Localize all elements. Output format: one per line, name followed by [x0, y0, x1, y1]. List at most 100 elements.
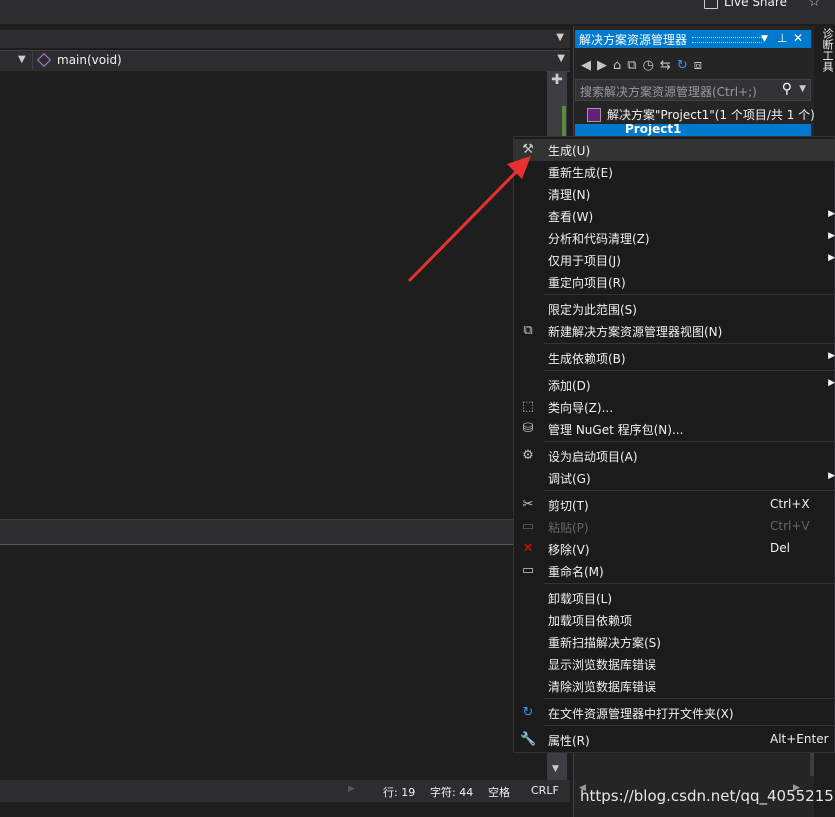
title-drag-handle[interactable]: [692, 37, 762, 43]
submenu-arrow-icon: ▶: [828, 253, 835, 263]
close-icon[interactable]: ✕: [793, 31, 803, 45]
menu-item[interactable]: 加载项目依赖项: [514, 609, 835, 631]
menu-item[interactable]: 重定向项目(R): [514, 271, 835, 293]
menu-item-label: 移除(V): [548, 543, 590, 557]
line-indicator[interactable]: 行: 19: [383, 784, 415, 800]
submenu-arrow-icon: ▶: [828, 378, 835, 388]
build-icon: ⚒: [522, 142, 534, 157]
scroll-down-icon[interactable]: ▼: [552, 764, 559, 774]
split-editor-icon[interactable]: ✚: [549, 72, 565, 88]
menu-item[interactable]: ⚙ 设为启动项目(A): [514, 445, 835, 467]
whitespace-indicator[interactable]: 空格: [488, 784, 510, 800]
menu-item-label: 生成依赖项(B): [548, 352, 626, 366]
submenu-arrow-icon: ▶: [828, 231, 835, 241]
paste-icon: ▭: [521, 519, 535, 534]
output-pane[interactable]: [0, 545, 546, 780]
menu-item-label: 设为启动项目(A): [548, 450, 638, 464]
menu-item[interactable]: 添加(D) ▶: [514, 374, 835, 396]
menu-separator: [544, 725, 834, 726]
nuget-icon: ⛁: [522, 421, 534, 436]
menu-item[interactable]: 分析和代码清理(Z) ▶: [514, 227, 835, 249]
menu-item-label: 清除浏览数据库错误: [548, 680, 657, 694]
home-icon[interactable]: ⌂: [613, 58, 621, 73]
switch-views-icon[interactable]: ⧉: [627, 58, 636, 73]
function-dropdown[interactable]: main(void) ▼: [32, 50, 569, 70]
menu-item-label: 查看(W): [548, 210, 594, 224]
search-options-icon[interactable]: ▼: [799, 84, 806, 94]
menu-item-label: 分析和代码清理(Z): [548, 232, 650, 246]
menu-item[interactable]: ✂ 剪切(T) Ctrl+X: [514, 494, 835, 516]
menu-item[interactable]: 卸载项目(L): [514, 587, 835, 609]
menu-item-label: 仅用于项目(J): [548, 254, 621, 268]
menu-item[interactable]: ↻ 在文件资源管理器中打开文件夹(X): [514, 702, 835, 724]
remove-icon: ✕: [522, 541, 534, 556]
project-label: Project1: [625, 124, 682, 136]
menu-item[interactable]: 重新生成(E): [514, 161, 835, 183]
menu-item-shortcut: Alt+Enter: [770, 732, 829, 746]
menu-item[interactable]: 显示浏览数据库错误: [514, 653, 835, 675]
submenu-arrow-icon: ▶: [828, 471, 835, 481]
tab-list-dropdown-icon[interactable]: ▼: [556, 32, 564, 43]
menu-item[interactable]: 调试(G) ▶: [514, 467, 835, 489]
menu-item[interactable]: ▭ 重命名(M): [514, 560, 835, 582]
diagnostic-tools-tab[interactable]: 诊断工具: [818, 28, 835, 88]
pending-changes-icon[interactable]: ◷: [643, 58, 654, 73]
menu-item[interactable]: ⛁ 管理 NuGet 程序包(N)...: [514, 418, 835, 440]
menu-item-label: 生成(U): [548, 144, 591, 158]
submenu-arrow-icon: ▶: [828, 351, 835, 361]
forward-icon[interactable]: ▶: [597, 58, 607, 73]
menu-item-label: 管理 NuGet 程序包(N)...: [548, 423, 684, 437]
solution-explorer-title-bar[interactable]: 解决方案资源管理器 ▼ ⊥ ✕: [575, 30, 811, 48]
code-editor[interactable]: [0, 71, 546, 519]
menu-item[interactable]: ✕ 移除(V) Del: [514, 538, 835, 560]
solution-icon: [587, 107, 601, 122]
tree-item-solution[interactable]: 解决方案"Project1"(1 个项目/共 1 个): [587, 106, 815, 123]
function-dropdown-icon[interactable]: ▼: [557, 53, 565, 64]
menu-item-label: 重命名(M): [548, 565, 604, 579]
menu-item-label: 重定向项目(R): [548, 276, 626, 290]
open-folder-icon: ↻: [522, 705, 534, 720]
function-name: main(void): [57, 53, 122, 67]
menu-item[interactable]: ⧉ 新建解决方案资源管理器视图(N): [514, 320, 835, 342]
tree-item-project[interactable]: Project1: [575, 124, 811, 136]
menu-item: ▭ 粘贴(P) Ctrl+V: [514, 516, 835, 538]
pane-splitter[interactable]: [0, 519, 570, 546]
menu-item[interactable]: 清理(N): [514, 183, 835, 205]
live-share-button[interactable]: Live Share: [704, 0, 787, 9]
solution-explorer-toolbar: ◀ ▶ ⌂ ⧉ ◷ ⇆ ↻ ⧈: [575, 53, 811, 77]
menu-item-label: 加载项目依赖项: [548, 614, 633, 628]
menu-item[interactable]: 查看(W) ▶: [514, 205, 835, 227]
feedback-icon[interactable]: ☆: [808, 0, 821, 10]
menu-item[interactable]: 仅用于项目(J) ▶: [514, 249, 835, 271]
solution-search-input[interactable]: 搜索解决方案资源管理器(Ctrl+;) ⚲ ▼: [575, 79, 811, 101]
editor-tab-strip: ▼: [0, 30, 570, 48]
live-share-icon: [704, 0, 718, 9]
new-view-icon: ⧉: [523, 323, 533, 338]
collapse-all-icon[interactable]: ⧈: [694, 58, 702, 73]
menu-item[interactable]: 重新扫描解决方案(S): [514, 631, 835, 653]
live-share-label: Live Share: [724, 0, 787, 9]
search-icon[interactable]: ⚲: [782, 81, 792, 97]
menu-item[interactable]: 限定为此范围(S): [514, 298, 835, 320]
menu-item-label: 在文件资源管理器中打开文件夹(X): [548, 707, 734, 721]
change-marker: [562, 106, 566, 136]
menu-item[interactable]: 🔧 属性(R) Alt+Enter: [514, 729, 835, 751]
menu-separator: [544, 698, 834, 699]
line-ending-indicator[interactable]: CRLF: [531, 784, 559, 797]
menu-item-label: 重新扫描解决方案(S): [548, 636, 661, 650]
sync-icon[interactable]: ⇆: [660, 58, 671, 73]
scroll-right-icon[interactable]: ▶: [348, 784, 355, 794]
menu-item-label: 粘贴(P): [548, 521, 589, 535]
menu-separator: [544, 370, 834, 371]
menu-item[interactable]: ⚒ 生成(U): [514, 139, 835, 161]
scope-dropdown-icon[interactable]: ▼: [18, 54, 26, 65]
refresh-icon[interactable]: ↻: [677, 58, 688, 73]
menu-item[interactable]: 清除浏览数据库错误: [514, 675, 835, 697]
menu-separator: [544, 490, 834, 491]
char-indicator[interactable]: 字符: 44: [430, 784, 473, 800]
menu-item[interactable]: 生成依赖项(B) ▶: [514, 347, 835, 369]
pin-icon[interactable]: ⊥: [777, 31, 787, 45]
menu-item[interactable]: ⬚ 类向导(Z)...: [514, 396, 835, 418]
window-menu-icon[interactable]: ▼: [761, 34, 768, 44]
back-icon[interactable]: ◀: [581, 58, 591, 73]
